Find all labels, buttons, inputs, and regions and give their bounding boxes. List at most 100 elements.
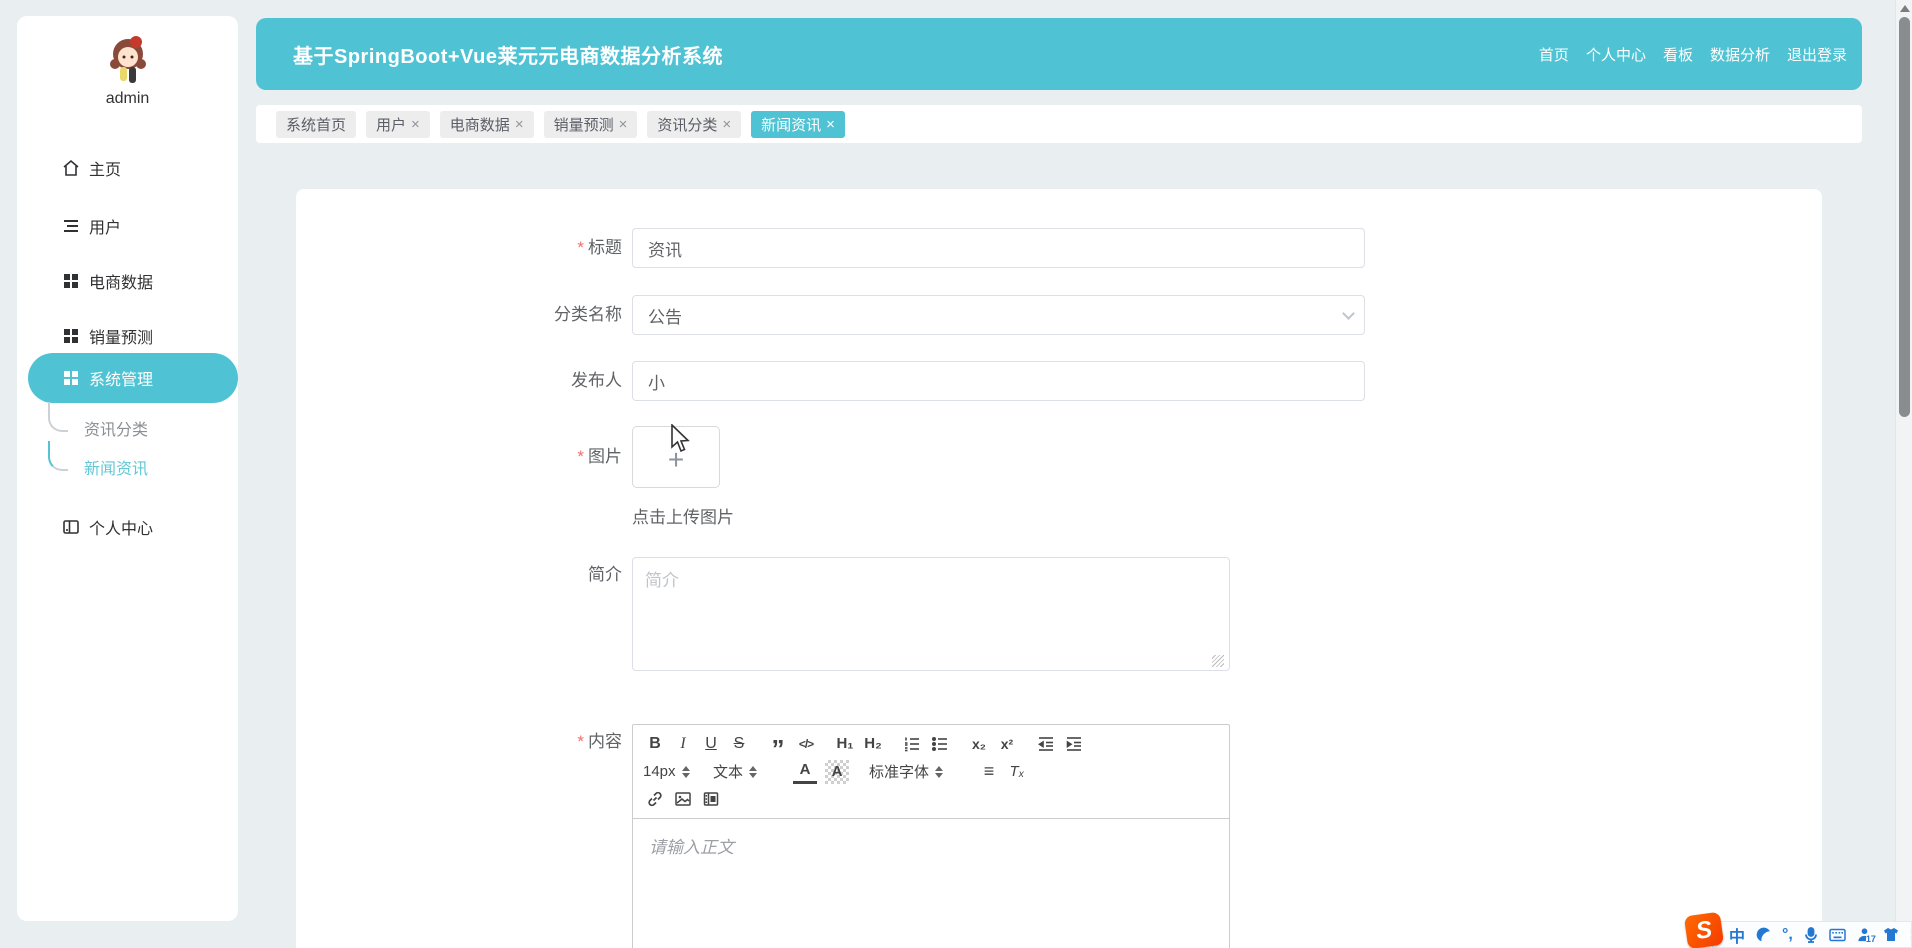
sidebar-item-label: 电商数据 <box>89 275 154 292</box>
insert-link-button[interactable] <box>643 787 667 811</box>
insert-video-button[interactable] <box>699 787 723 811</box>
blockquote-button[interactable]: ” <box>766 732 790 762</box>
sidebar-item-ecommerce-data[interactable]: 电商数据 <box>17 261 238 301</box>
heading1-button[interactable]: H₁ <box>833 732 857 756</box>
keyboard-icon[interactable] <box>1829 928 1846 942</box>
sidebar-item-label: 用户 <box>89 220 122 237</box>
avatar[interactable] <box>106 34 150 88</box>
header-link-personal-center[interactable]: 个人中心 <box>1586 44 1646 65</box>
bullet-list-button[interactable] <box>928 732 952 756</box>
header-link-home[interactable]: 首页 <box>1539 44 1569 65</box>
publisher-input[interactable] <box>632 361 1365 401</box>
microphone-icon[interactable] <box>1804 926 1818 943</box>
required-mark: * <box>577 238 584 257</box>
rich-text-editor: B I U S ” </> H₁ H₂ x₂ x² 14px 文本 A A 标准… <box>632 724 1230 948</box>
ime-toolbar: 中 °, 17 <box>1712 921 1912 948</box>
home-icon <box>62 159 80 177</box>
upload-hint: 点击上传图片 <box>632 508 734 527</box>
sidebar-item-label: 主页 <box>89 162 122 179</box>
sidebar-item-label: 销量预测 <box>89 330 154 347</box>
account-icon[interactable]: 17 <box>1857 927 1876 944</box>
scroll-up-arrow-icon[interactable] <box>1900 5 1910 12</box>
publisher-label: 发布人 <box>571 371 622 390</box>
subscript-button[interactable]: x₂ <box>967 732 991 756</box>
close-icon[interactable]: × <box>722 116 731 133</box>
text-format-picker[interactable]: 文本 <box>713 761 785 782</box>
grid-icon <box>62 369 80 387</box>
code-block-button[interactable]: </> <box>794 732 818 756</box>
underline-button[interactable]: U <box>699 732 723 756</box>
spinner-arrows-icon <box>935 765 944 778</box>
tab-system-home[interactable]: 系统首页 <box>276 110 357 138</box>
italic-button[interactable]: I <box>671 732 695 756</box>
content-label: * 内容 <box>577 732 622 751</box>
grid-icon <box>62 327 80 345</box>
insert-image-button[interactable] <box>671 787 695 811</box>
ordered-list-button[interactable] <box>900 732 924 756</box>
grid-icon <box>62 272 80 290</box>
sidebar-subitem-news-info[interactable]: 新闻资讯 <box>17 441 238 485</box>
chinese-mode-icon[interactable]: 中 <box>1729 923 1745 947</box>
align-picker[interactable]: ≡ <box>977 760 1001 784</box>
sidebar-item-personal-center[interactable]: 个人中心 <box>17 507 238 547</box>
app-title: 基于SpringBoot+Vue莱元元电商数据分析系统 <box>293 45 723 68</box>
list-icon <box>62 217 80 235</box>
editor-placeholder: 请输入正文 <box>649 838 734 857</box>
superscript-button[interactable]: x² <box>995 732 1019 756</box>
sidebar-item-users[interactable]: 用户 <box>17 206 238 246</box>
spinner-arrows-icon <box>749 765 758 778</box>
sidebar-subitem-label: 资讯分类 <box>84 422 149 439</box>
tree-connector <box>48 441 68 471</box>
title-input[interactable] <box>632 228 1365 268</box>
font-family-picker[interactable]: 标准字体 <box>869 761 967 782</box>
category-select-value[interactable] <box>632 295 1365 335</box>
browser-scrollbar[interactable] <box>1895 0 1912 948</box>
close-icon[interactable]: × <box>411 116 420 133</box>
header-link-data-analysis[interactable]: 数据分析 <box>1710 44 1770 65</box>
sidebar-item-home[interactable]: 主页 <box>17 148 238 188</box>
sidebar-item-sales-forecast[interactable]: 销量预测 <box>17 316 238 356</box>
font-size-picker[interactable]: 14px <box>643 763 709 780</box>
plus-icon: + <box>667 444 685 475</box>
header-nav: 首页 个人中心 看板 数据分析 退出登录 <box>1539 44 1847 65</box>
highlight-color-button[interactable]: A <box>825 759 849 784</box>
category-select[interactable] <box>632 295 1365 335</box>
scrollbar-thumb[interactable] <box>1899 17 1910 417</box>
close-icon[interactable]: × <box>826 116 835 133</box>
text-color-button[interactable]: A <box>793 760 817 784</box>
sogou-ime-logo[interactable]: S <box>1683 911 1725 948</box>
tab-ecommerce-data[interactable]: 电商数据 × <box>439 110 534 138</box>
card-icon <box>62 518 80 536</box>
punctuation-mode-icon[interactable]: °, <box>1782 926 1793 944</box>
indent-button[interactable] <box>1062 732 1086 756</box>
image-label: * 图片 <box>577 447 622 466</box>
header-link-dashboard[interactable]: 看板 <box>1663 44 1693 65</box>
image-upload-box[interactable]: + <box>632 426 720 488</box>
tab-news-info[interactable]: 新闻资讯 × <box>751 110 845 138</box>
tree-connector <box>48 402 68 432</box>
close-icon[interactable]: × <box>619 116 628 133</box>
close-icon[interactable]: × <box>515 116 524 133</box>
sidebar-item-label: 个人中心 <box>89 521 154 538</box>
half-full-width-moon-icon[interactable] <box>1756 927 1771 942</box>
bold-button[interactable]: B <box>643 732 667 756</box>
intro-label: 简介 <box>588 565 622 584</box>
form-card: *标题 分类名称 发布人 *图片 + 点击上传图片 简介 *内容 B I U <box>296 189 1822 948</box>
sidebar-item-system-management[interactable]: 系统管理 <box>28 353 238 403</box>
editor-toolbar: B I U S ” </> H₁ H₂ x₂ x² 14px 文本 A A 标准… <box>633 725 1229 819</box>
strikethrough-button[interactable]: S <box>727 732 751 756</box>
editor-content-area[interactable]: 请输入正文 <box>633 819 1229 948</box>
clear-format-button[interactable]: Tₓ <box>1005 760 1029 784</box>
skin-icon[interactable] <box>1883 927 1899 942</box>
tab-news-category[interactable]: 资讯分类 × <box>647 110 742 138</box>
tab-sales-forecast[interactable]: 销量预测 × <box>543 110 638 138</box>
category-label: 分类名称 <box>554 305 622 324</box>
required-mark: * <box>577 732 584 751</box>
header-link-logout[interactable]: 退出登录 <box>1787 44 1847 65</box>
tab-strip: 系统首页 用户 × 电商数据 × 销量预测 × 资讯分类 × 新闻资讯 × <box>256 105 1862 143</box>
outdent-button[interactable] <box>1034 732 1058 756</box>
intro-textarea[interactable] <box>632 557 1230 671</box>
heading2-button[interactable]: H₂ <box>861 732 885 756</box>
tab-users[interactable]: 用户 × <box>366 110 430 138</box>
header-bar: 基于SpringBoot+Vue莱元元电商数据分析系统 首页 个人中心 看板 数… <box>256 18 1862 90</box>
